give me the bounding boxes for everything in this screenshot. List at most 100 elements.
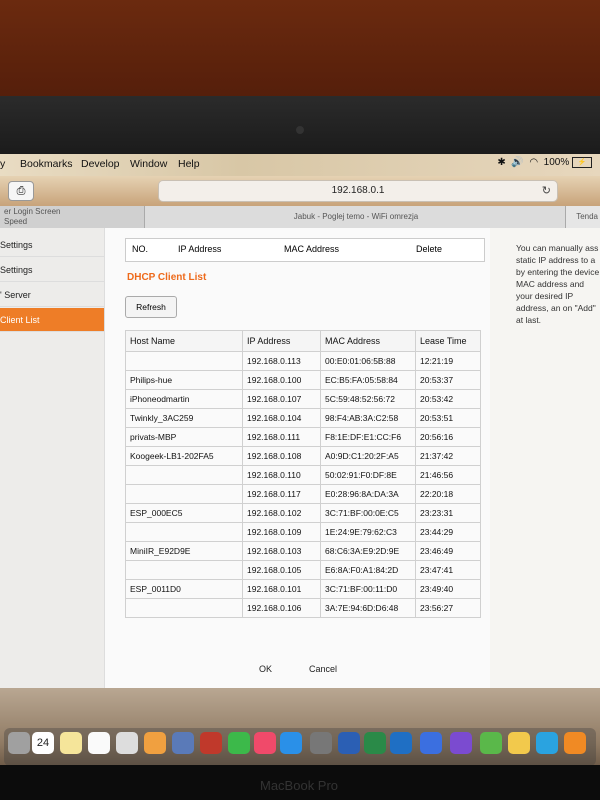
cell-host-name — [125, 484, 243, 504]
sidebar-item-settings-2[interactable]: Settings — [0, 258, 104, 282]
cell-lease-time: 21:46:56 — [415, 465, 481, 485]
url-text: 192.168.0.1 — [331, 185, 385, 196]
header-ip-address: IP Address — [242, 330, 321, 352]
cell-lease-time: 21:37:42 — [415, 446, 481, 466]
sidebar-item-client-list[interactable]: Client List — [0, 308, 104, 332]
photos-icon[interactable] — [144, 732, 166, 754]
sidebar: Settings Settings ' Server Client List — [0, 228, 105, 688]
app-store-icon[interactable] — [280, 732, 302, 754]
cell-mac-address: 1E:24:9E:79:62:C3 — [320, 522, 416, 542]
chrome-icon[interactable] — [508, 732, 530, 754]
cell-mac-address: A0:9D:C1:20:2F:A5 — [320, 446, 416, 466]
table-row: privats-MBP 192.168.0.111 F8:1E:DF:E1:CC:F… — [125, 427, 481, 447]
header-host-name: Host Name — [125, 330, 243, 352]
tab-bar: er Login Screen Speed Jabuk - Poglej tem… — [0, 206, 600, 243]
header-mac-address: MAC Address — [320, 330, 416, 352]
cell-ip-address: 192.168.0.101 — [242, 579, 321, 599]
menu-bookmarks[interactable]: Bookmarks — [20, 158, 73, 170]
cell-mac-address: 68:C6:3A:E9:2D:9E — [320, 541, 416, 561]
table-row: ESP_000EC5 192.168.0.102 3C:71:BF:00:0E:C5… — [125, 503, 481, 523]
table-header-row: Host Name IP Address MAC Address Lease T… — [125, 330, 481, 352]
header-lease-time: Lease Time — [415, 330, 481, 352]
outlook-icon[interactable] — [390, 732, 412, 754]
refresh-button[interactable]: Refresh — [125, 296, 177, 318]
cell-ip-address: 192.168.0.100 — [242, 370, 321, 390]
cell-host-name — [125, 560, 243, 580]
menu-bar: y Bookmarks Develop Window Help ✱ 🔊 ◠ 10… — [0, 154, 600, 176]
tab-login-screen[interactable]: er Login Screen Speed — [0, 206, 145, 228]
background-wall — [0, 0, 600, 110]
reload-icon[interactable]: ↻ — [542, 181, 551, 201]
cell-lease-time: 20:53:42 — [415, 389, 481, 409]
cell-mac-address: 50:02:91:F0:DF:8E — [320, 465, 416, 485]
cell-host-name — [125, 465, 243, 485]
bluetooth-icon[interactable]: ✱ — [497, 157, 505, 168]
sidebar-item-server[interactable]: ' Server — [0, 283, 104, 307]
tab-jabuk[interactable]: Jabuk - Poglej temo - WiFi omrezja — [146, 206, 566, 228]
finder-icon[interactable] — [8, 732, 30, 754]
cell-host-name: ESP_000EC5 — [125, 503, 243, 523]
table-row: iPhoneodmartin 192.168.0.107 5C:59:48:52:5… — [125, 389, 481, 409]
cell-ip-address: 192.168.0.110 — [242, 465, 321, 485]
excel-icon[interactable] — [364, 732, 386, 754]
table-row: MiniIR_E92D9E 192.168.0.103 68:C6:3A:E9:2D… — [125, 541, 481, 561]
cell-lease-time: 20:53:37 — [415, 370, 481, 390]
address-bar[interactable]: 192.168.0.1 ↻ — [158, 180, 558, 202]
cell-host-name — [125, 522, 243, 542]
preview-icon[interactable] — [116, 732, 138, 754]
table-row: Twinkly_3AC259 192.168.0.104 98:F4:AB:3A:C… — [125, 408, 481, 428]
cell-host-name — [125, 598, 243, 618]
cell-lease-time: 22:20:18 — [415, 484, 481, 504]
browser-toolbar: ⎙ 192.168.0.1 ↻ — [0, 176, 600, 206]
cell-ip-address: 192.168.0.109 — [242, 522, 321, 542]
table-row: 192.168.0.113 00:E0:01:06:5B:88 12:21:19 — [125, 351, 481, 371]
dhcp-title: DHCP Client List — [127, 272, 207, 283]
cell-mac-address: 3A:7E:94:6D:D6:48 — [320, 598, 416, 618]
popcorn-icon[interactable] — [200, 732, 222, 754]
cell-mac-address: F8:1E:DF:E1:CC:F6 — [320, 427, 416, 447]
menu-history[interactable]: y — [0, 158, 5, 170]
viber-icon[interactable] — [450, 732, 472, 754]
system-preferences-icon[interactable] — [310, 732, 332, 754]
brand-label: MacBook Pro — [260, 778, 339, 793]
cell-mac-address: 98:F4:AB:3A:C2:58 — [320, 408, 416, 428]
reminders-icon[interactable] — [88, 732, 110, 754]
calendar-icon[interactable]: 24 — [32, 732, 54, 754]
cell-host-name: Philips-hue — [125, 370, 243, 390]
volume-icon[interactable]: 🔊 — [511, 157, 523, 168]
battery-icon[interactable]: ⚡ — [572, 157, 592, 168]
menu-window[interactable]: Window — [130, 158, 167, 170]
cell-ip-address: 192.168.0.108 — [242, 446, 321, 466]
wifi-icon[interactable]: ◠ — [529, 157, 538, 168]
word-icon[interactable] — [338, 732, 360, 754]
zoom-icon[interactable] — [420, 732, 442, 754]
col-ip: IP Address — [178, 244, 222, 254]
table-row: 192.168.0.105 E6:8A:F0:A1:84:2D 23:47:41 — [125, 560, 481, 580]
cell-host-name: MiniIR_E92D9E — [125, 541, 243, 561]
menu-develop[interactable]: Develop — [81, 158, 120, 170]
cell-lease-time: 20:53:51 — [415, 408, 481, 428]
router-page: Settings Settings ' Server Client List N… — [0, 228, 600, 688]
menu-help[interactable]: Help — [178, 158, 200, 170]
camera-icon — [296, 126, 304, 134]
cell-host-name — [125, 351, 243, 371]
print-button[interactable]: ⎙ — [8, 181, 34, 201]
music-icon[interactable] — [254, 732, 276, 754]
facetime-icon[interactable] — [228, 732, 250, 754]
cell-ip-address: 192.168.0.113 — [242, 351, 321, 371]
tab-tenda[interactable]: Tenda 11 — [565, 206, 600, 243]
battery-percent: 100% — [543, 157, 570, 169]
cancel-button[interactable]: Cancel — [309, 664, 337, 674]
vlc-icon[interactable] — [564, 732, 586, 754]
line-icon[interactable] — [480, 732, 502, 754]
contacts-icon[interactable] — [172, 732, 194, 754]
notes-icon[interactable] — [60, 732, 82, 754]
cell-host-name: ESP_0011D0 — [125, 579, 243, 599]
sidebar-item-settings-1[interactable]: Settings — [0, 233, 104, 257]
cell-ip-address: 192.168.0.104 — [242, 408, 321, 428]
ok-button[interactable]: OK — [259, 664, 272, 674]
cell-lease-time: 20:56:16 — [415, 427, 481, 447]
telegram-icon[interactable] — [536, 732, 558, 754]
static-binding-table-header: NO. IP Address MAC Address Delete — [125, 238, 485, 262]
cell-mac-address: 3C:71:BF:00:11:D0 — [320, 579, 416, 599]
